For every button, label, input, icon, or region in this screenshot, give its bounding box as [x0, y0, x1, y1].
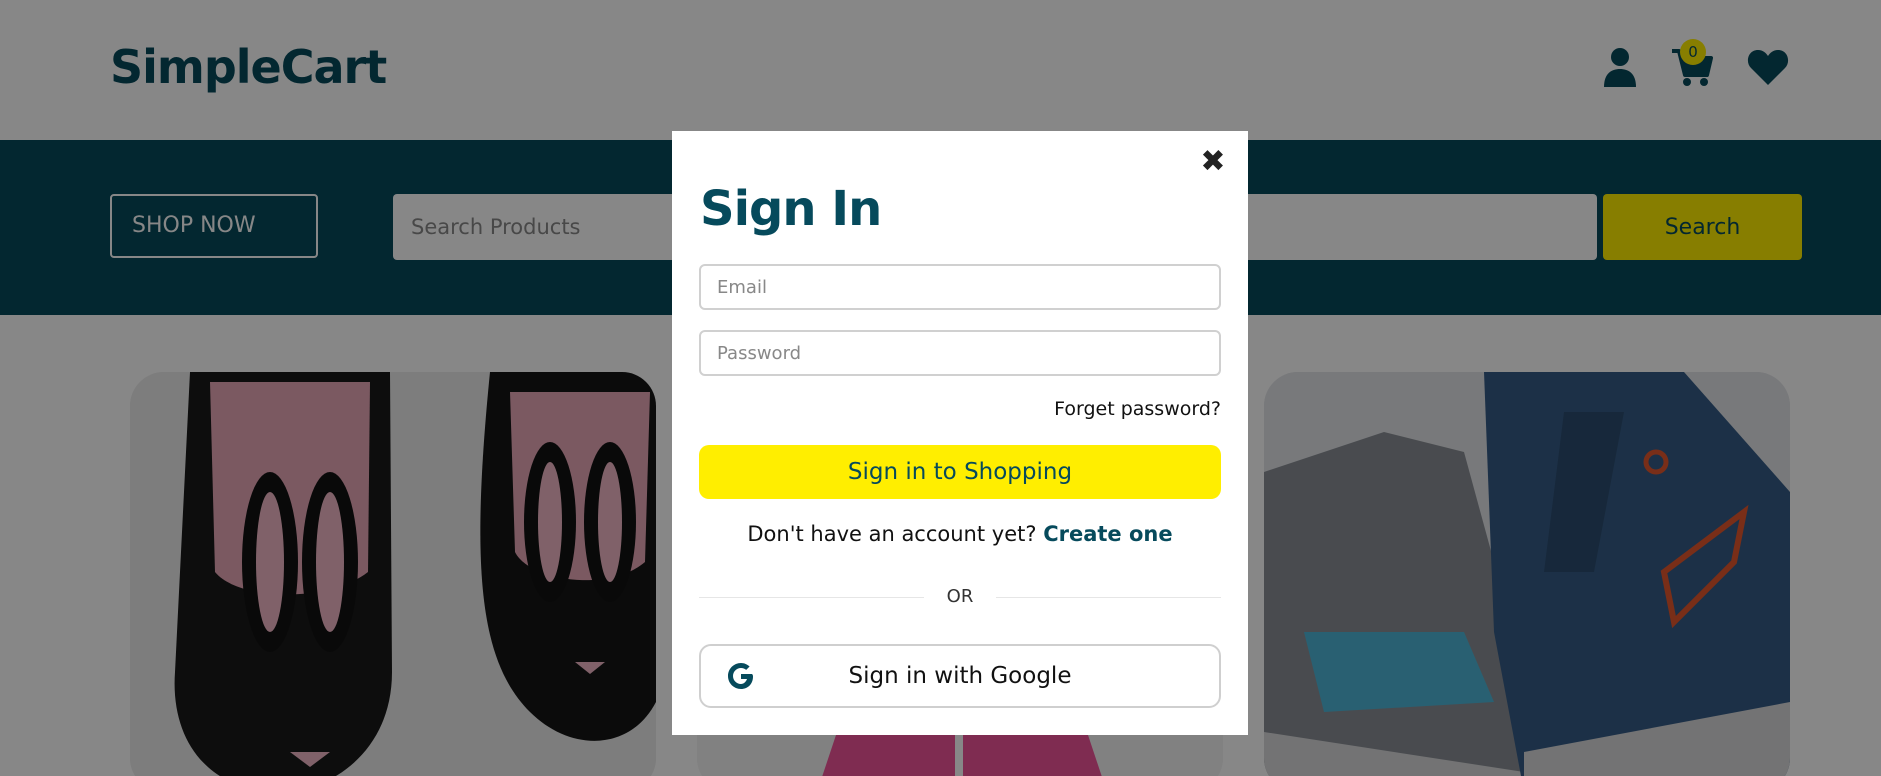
no-account-text: Don't have an account yet?	[747, 522, 1037, 546]
google-signin-button[interactable]: Sign in with Google	[699, 644, 1221, 708]
close-icon[interactable]: ✖	[1196, 145, 1230, 179]
signin-button[interactable]: Sign in to Shopping	[699, 445, 1221, 499]
forgot-password-link[interactable]: Forget password?	[1054, 398, 1221, 420]
password-field[interactable]	[699, 330, 1221, 376]
signin-modal: ✖ Sign In Forget password? Sign in to Sh…	[672, 131, 1248, 735]
google-icon	[725, 660, 757, 692]
or-divider: OR	[699, 585, 1221, 609]
email-field[interactable]	[699, 264, 1221, 310]
google-signin-label: Sign in with Google	[848, 663, 1072, 689]
create-account-prompt: Don't have an account yet? Create one	[672, 522, 1248, 546]
divider-line-right	[996, 597, 1221, 598]
modal-title: Sign In	[700, 181, 882, 237]
create-account-link[interactable]: Create one	[1043, 522, 1172, 546]
